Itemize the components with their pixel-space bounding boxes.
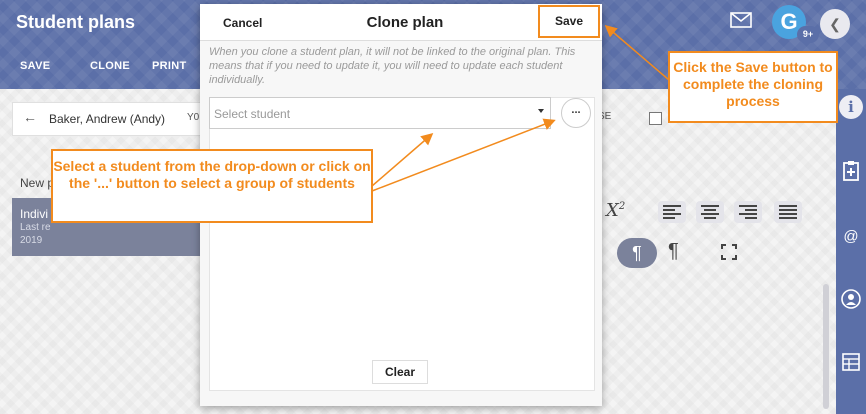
- contact-icon[interactable]: @: [838, 224, 864, 250]
- dialog-title: Clone plan: [366, 14, 444, 31]
- collapse-chevron-icon[interactable]: ❮: [820, 9, 850, 39]
- plan-card-year: 2019: [20, 235, 43, 246]
- select-hint-callout: Select a student from the drop-down or c…: [51, 149, 373, 223]
- dialog-body: [209, 97, 595, 391]
- dialog-header: Cancel Clone plan Save: [200, 4, 602, 41]
- chevron-down-icon: [538, 109, 544, 113]
- align-center-icon[interactable]: [696, 201, 724, 223]
- info-icon[interactable]: i: [839, 95, 863, 119]
- clone-toolbar-button[interactable]: CLONE: [90, 60, 130, 72]
- clear-button[interactable]: Clear: [372, 360, 428, 384]
- new-plan-link[interactable]: New p: [20, 176, 54, 190]
- student-selector[interactable]: ← Baker, Andrew (Andy): [12, 102, 204, 136]
- mail-icon[interactable]: [730, 12, 752, 28]
- ltr-paragraph-icon[interactable]: ¶: [617, 238, 657, 268]
- clone-note: When you clone a student plan, it will n…: [209, 46, 576, 86]
- plan-card-title: Indivi: [20, 207, 49, 221]
- option-checkbox[interactable]: [649, 112, 662, 125]
- superscript-icon[interactable]: X2: [606, 200, 625, 221]
- rtl-paragraph-icon[interactable]: ¶: [668, 240, 679, 263]
- save-hint-callout: Click the Save button to complete the cl…: [668, 51, 838, 123]
- save-toolbar-button[interactable]: SAVE: [20, 60, 50, 72]
- save-button[interactable]: Save: [538, 5, 600, 38]
- cancel-button[interactable]: Cancel: [223, 16, 262, 30]
- align-justify-icon[interactable]: [774, 201, 802, 223]
- select-placeholder: Select student: [214, 107, 291, 121]
- back-arrow-icon[interactable]: ←: [23, 109, 37, 125]
- medical-clipboard-icon[interactable]: [838, 160, 864, 186]
- select-group-button[interactable]: ...: [561, 98, 591, 128]
- align-right-icon[interactable]: [734, 201, 762, 223]
- table-icon[interactable]: [838, 352, 864, 378]
- fullscreen-icon[interactable]: [721, 244, 737, 260]
- person-support-icon[interactable]: [838, 288, 864, 314]
- student-select[interactable]: Select student: [209, 97, 551, 129]
- scrollbar[interactable]: [823, 284, 829, 409]
- align-left-icon[interactable]: [658, 201, 686, 223]
- year-label: Y0: [187, 112, 200, 123]
- notification-badge: 9+: [797, 26, 819, 43]
- student-name: Baker, Andrew (Andy): [49, 112, 166, 126]
- plan-card-reviewed: Last re: [20, 222, 51, 233]
- print-toolbar-button[interactable]: PRINT: [152, 60, 187, 72]
- page-title: Student plans: [16, 12, 136, 32]
